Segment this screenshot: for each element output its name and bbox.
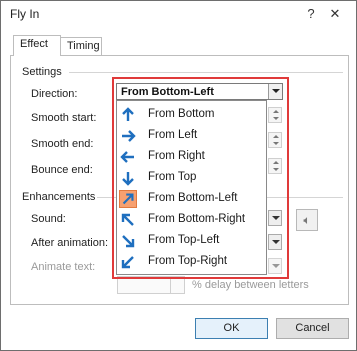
sound-label: Sound: bbox=[31, 213, 66, 225]
cancel-button[interactable]: Cancel bbox=[276, 318, 349, 339]
after-animation-label: After animation: bbox=[31, 237, 109, 249]
ok-button[interactable]: OK bbox=[195, 318, 268, 339]
close-button[interactable]: ✕ bbox=[320, 6, 350, 22]
title-bar: Fly In ? ✕ bbox=[1, 1, 356, 27]
dialog-title: Fly In bbox=[10, 7, 40, 21]
delay-between-letters-label: % delay between letters bbox=[192, 279, 309, 291]
highlight-annotation-box bbox=[112, 77, 289, 279]
enhancements-heading: Enhancements bbox=[22, 191, 96, 203]
speaker-icon: 🔈︎ bbox=[303, 213, 311, 227]
bounce-end-label: Bounce end: bbox=[31, 164, 93, 176]
settings-heading: Settings bbox=[22, 66, 62, 78]
smooth-end-label: Smooth end: bbox=[31, 138, 94, 150]
settings-divider bbox=[69, 72, 343, 73]
delay-spin-arrows[interactable] bbox=[170, 277, 184, 293]
help-button[interactable]: ? bbox=[304, 6, 318, 22]
tab-timing[interactable]: Timing bbox=[60, 37, 102, 56]
tab-effect[interactable]: Effect bbox=[13, 35, 61, 56]
animate-text-label: Animate text: bbox=[31, 261, 96, 273]
sound-volume-button[interactable]: 🔈︎ bbox=[296, 209, 318, 231]
direction-label: Direction: bbox=[31, 88, 78, 100]
dialog-window: Fly In ? ✕ Effect Timing Settings Direct… bbox=[0, 0, 357, 351]
smooth-start-label: Smooth start: bbox=[31, 112, 97, 124]
